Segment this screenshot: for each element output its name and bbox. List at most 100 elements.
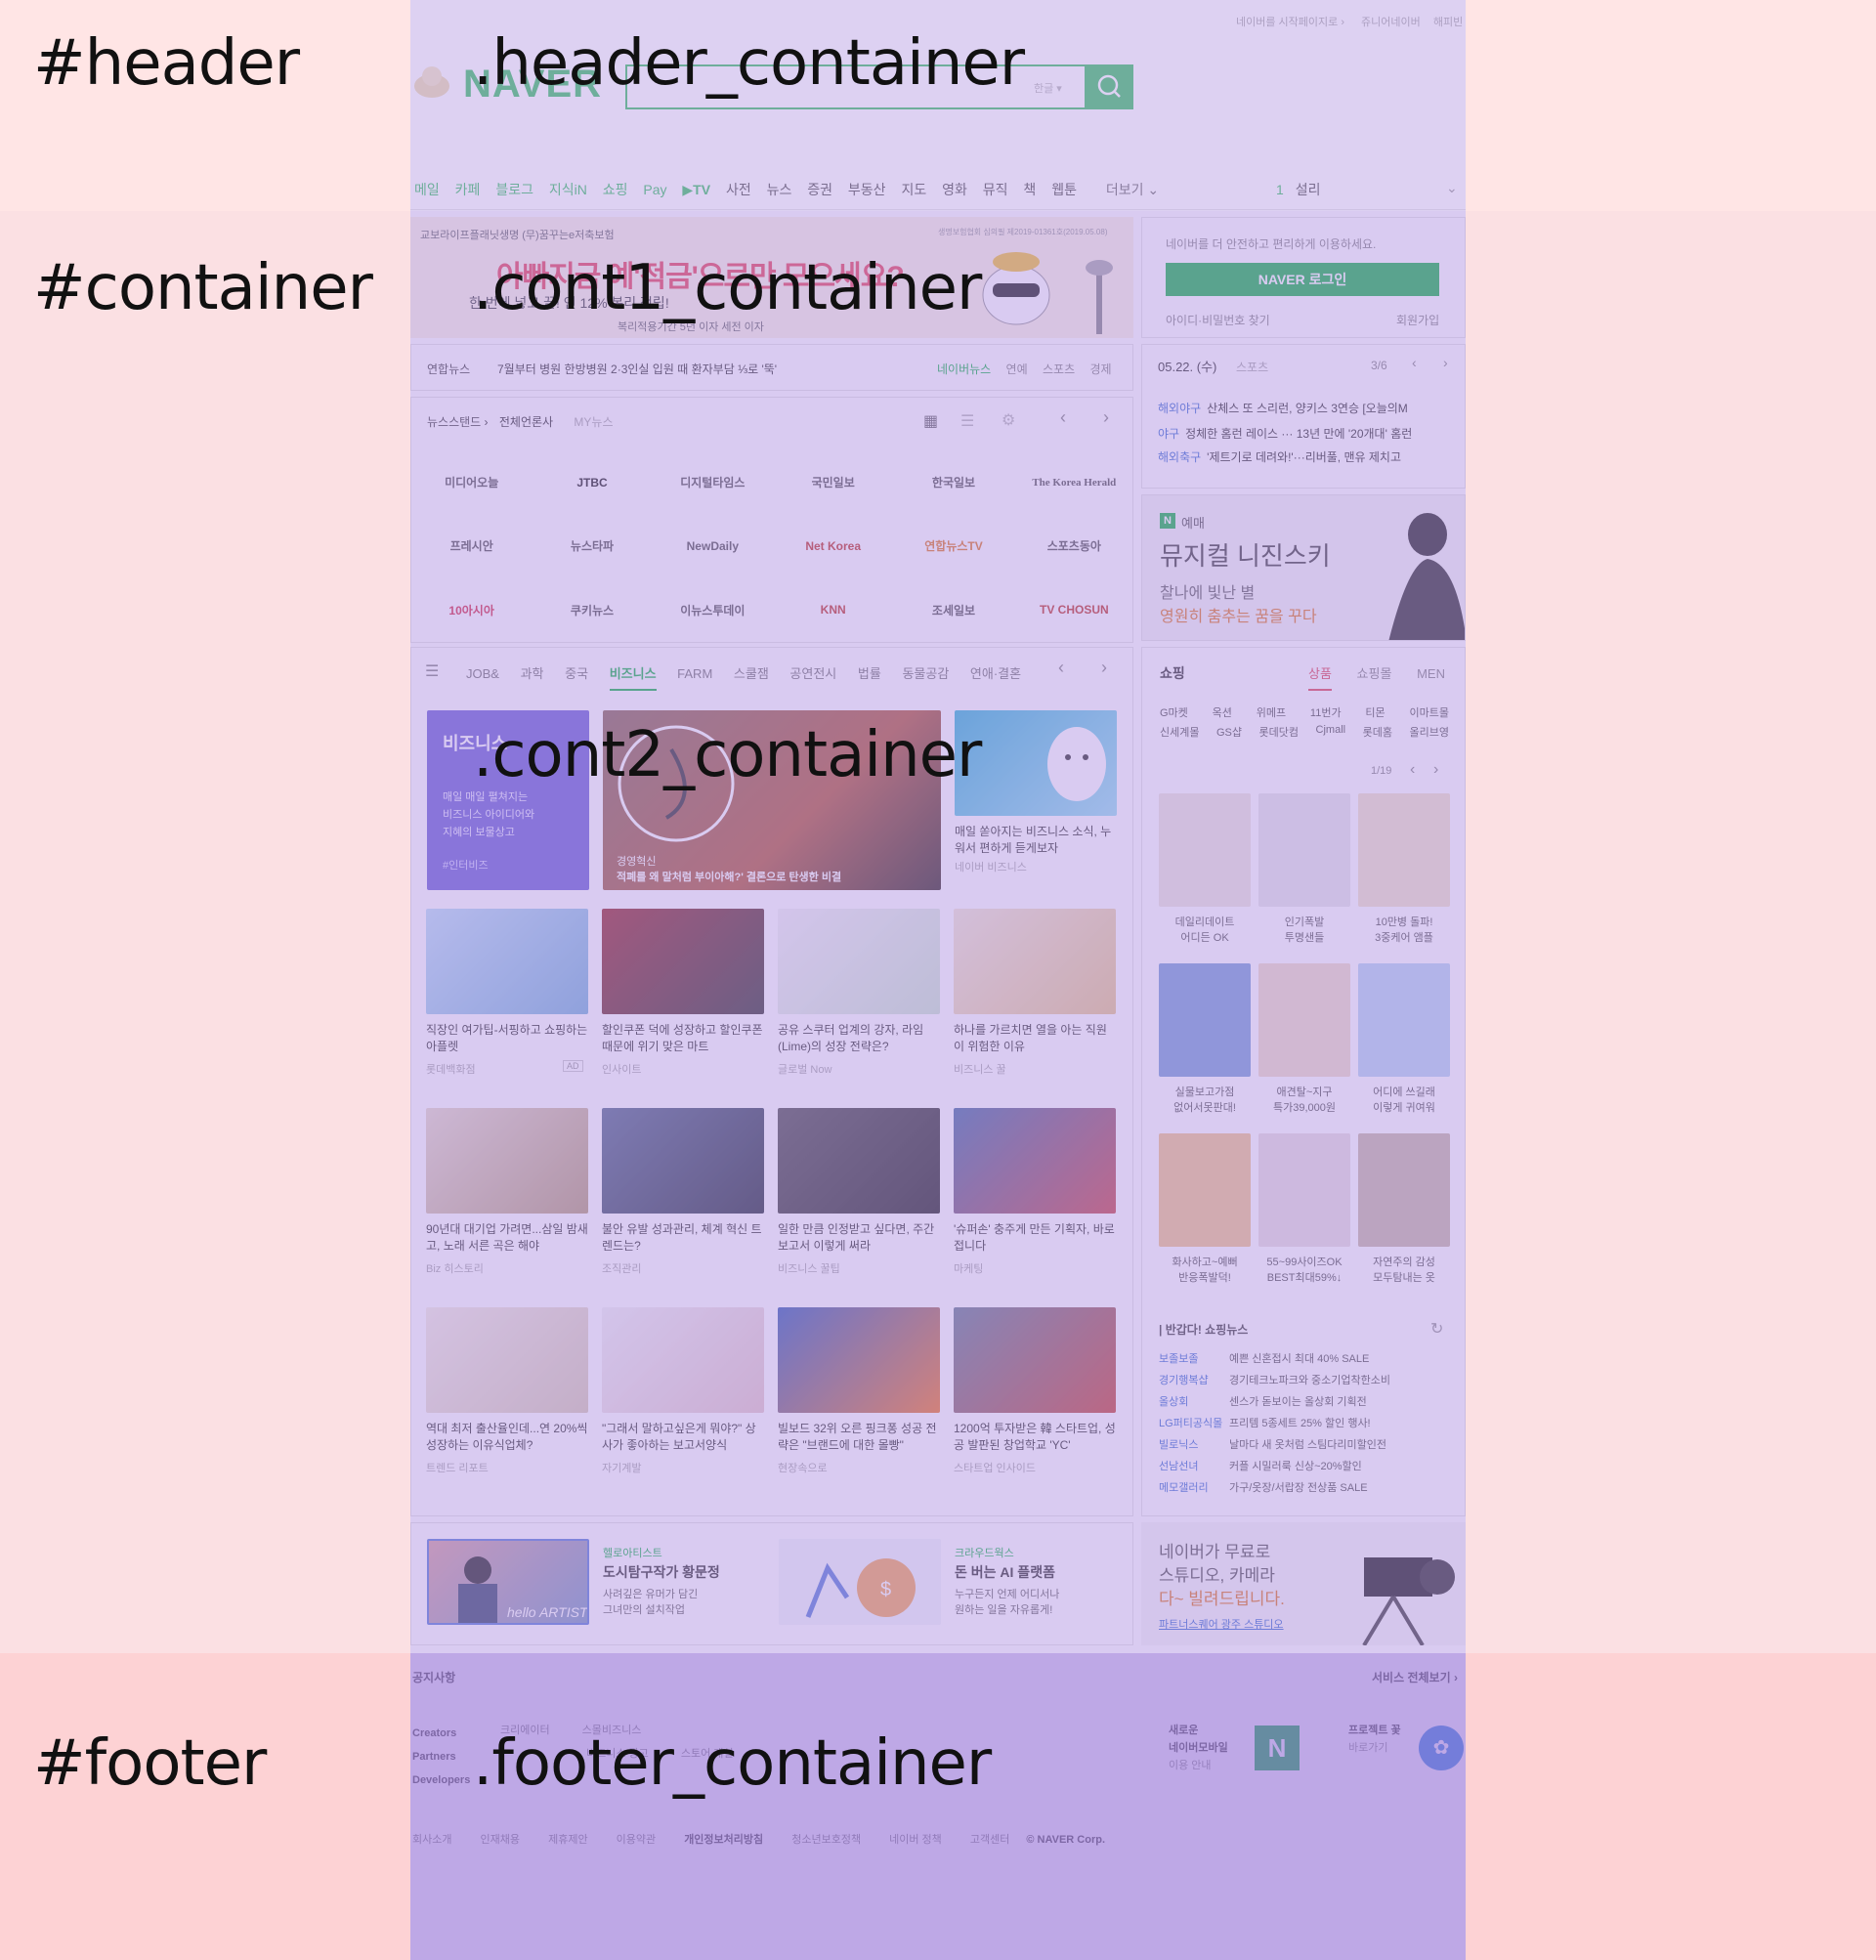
sports-item[interactable]: 해외야구 산체스 또 스리런, 양키스 3연승 [오늘의M — [1158, 400, 1457, 416]
shopping-news-item[interactable]: 선남선녀 커플 시밀러룩 신상~20%할인 — [1159, 1458, 1452, 1473]
card-caption[interactable]: 직장인 여가팁-서핑하고 쇼핑하는 아플렛 — [426, 1022, 588, 1055]
newsstand-title[interactable]: 뉴스스탠드 — [427, 415, 481, 429]
headline-source[interactable]: 연합뉴스 — [427, 361, 470, 377]
promo-image-artist[interactable]: hello ARTIST — [427, 1539, 589, 1625]
tab-farm[interactable]: FARM — [677, 666, 712, 681]
card-image[interactable] — [954, 1108, 1116, 1214]
list-view-icon[interactable]: ☰ — [960, 411, 974, 431]
card-caption[interactable]: 공유 스쿠터 업계의 강자, 라임(Lime)의 성장 전략은? — [778, 1022, 940, 1055]
nav-dict[interactable]: 사전 — [726, 182, 751, 197]
card-image[interactable] — [602, 1307, 764, 1413]
product-caption[interactable]: 데일리데이트 어디든 OK — [1159, 915, 1251, 946]
shopping-news-item[interactable]: 보졸보졸 예쁜 신혼접시 최대 40% SALE — [1159, 1350, 1452, 1366]
tab-sports[interactable]: 스포츠 — [1043, 362, 1075, 376]
tab-schooljam[interactable]: 스쿨잼 — [734, 666, 769, 681]
tab-products[interactable]: 상품 — [1308, 666, 1332, 691]
footer-link[interactable]: 개인정보처리방침 — [684, 1834, 763, 1846]
tab-men[interactable]: MEN — [1417, 666, 1445, 681]
press-logo[interactable]: Net Korea — [773, 539, 893, 553]
product-image[interactable] — [1358, 793, 1450, 907]
card-caption[interactable]: 90년대 대기업 가려면...삼일 밤새고, 노래 서른 곡은 해야 — [426, 1221, 588, 1255]
menu-icon[interactable]: ☰ — [425, 661, 439, 681]
press-logo[interactable]: The Korea Herald — [1014, 477, 1134, 489]
nav-music[interactable]: 뮤직 — [983, 182, 1008, 197]
press-logo[interactable]: 스포츠동아 — [1014, 537, 1134, 554]
promo-title[interactable]: 돈 버는 AI 플랫폼 — [955, 1562, 1055, 1582]
product-caption[interactable]: 자연주의 감성 모두탐내는 옷 — [1358, 1255, 1450, 1286]
mall-link[interactable]: 이마트몰 — [1409, 704, 1448, 720]
nav-mail[interactable]: 메일 — [414, 182, 440, 197]
shopping-next-icon[interactable]: › — [1433, 761, 1438, 779]
grid-view-icon[interactable]: ▦ — [923, 411, 938, 431]
newsstand-next-icon[interactable]: › — [1103, 407, 1109, 428]
press-logo[interactable]: 뉴스타파 — [532, 537, 652, 554]
footer-link[interactable]: 인재채용 — [481, 1834, 520, 1846]
press-logo[interactable]: 쿠키뉴스 — [532, 602, 652, 618]
card-caption[interactable]: 할인쿠폰 덕에 성장하고 할인쿠폰 때문에 위기 맞은 마트 — [602, 1022, 764, 1055]
mall-link[interactable]: 롯데홈 — [1363, 724, 1392, 740]
product-caption[interactable]: 화사하고~예뻐 반응폭발덕! — [1159, 1255, 1251, 1286]
search-button[interactable] — [1087, 64, 1133, 109]
promo-title[interactable]: 도시탐구작가 황문정 — [603, 1562, 720, 1582]
tab-business[interactable]: 비즈니스 — [609, 666, 657, 691]
start-page-link[interactable]: 네이버를 시작페이지로 — [1236, 17, 1338, 28]
footer-link[interactable]: 청소년보호정책 — [791, 1834, 861, 1846]
sports-item[interactable]: 야구 정체한 홈런 레이스 ··· 13년 만에 '20개대' 홈런 — [1158, 425, 1457, 442]
nav-kin[interactable]: 지식iN — [549, 182, 587, 197]
chevron-down-icon[interactable]: ⌄ — [1446, 180, 1458, 196]
studio-link[interactable]: 파트너스퀘어 광주 스튜디오 — [1159, 1616, 1284, 1632]
tab-marriage[interactable]: 연애·결혼 — [970, 666, 1021, 681]
shopping-news-item[interactable]: 빌로닉스 날마다 새 옷처럼 스팀다리미할인전 — [1159, 1436, 1452, 1452]
settings-gear-icon[interactable]: ⚙ — [1002, 410, 1015, 430]
join-link[interactable]: 회원가입 — [1396, 312, 1439, 328]
card-caption[interactable]: 불안 유발 성과관리, 체계 혁신 트렌드는? — [602, 1221, 764, 1255]
press-logo[interactable]: 프레시안 — [411, 537, 532, 554]
mall-link[interactable]: G마켓 — [1160, 704, 1188, 720]
shopping-news-item[interactable]: 경기행복샵 경기테크노파크와 중소기업착한소비 — [1159, 1372, 1452, 1387]
mall-link[interactable]: GS샵 — [1216, 724, 1242, 740]
footer-link[interactable]: 제휴제안 — [548, 1834, 587, 1846]
creators-link[interactable]: Creators — [412, 1722, 470, 1745]
card-image[interactable] — [426, 909, 588, 1014]
tab-entertainment[interactable]: 연예 — [1006, 362, 1028, 376]
mall-link[interactable]: 위메프 — [1257, 704, 1286, 720]
press-logo[interactable]: 디지털타임스 — [653, 474, 773, 490]
card-image[interactable] — [602, 1108, 764, 1214]
headline-text[interactable]: 7월부터 병원 한방병원 2·3인실 입원 때 환자부담 ⅓로 '뚝' — [497, 361, 777, 377]
all-services-link[interactable]: 서비스 전체보기 › — [1372, 1669, 1458, 1685]
card-caption[interactable]: 빌보드 32위 오른 핑크퐁 성공 전략은 "브랜드에 대한 몰빵" — [778, 1421, 940, 1454]
footer-link[interactable]: 네이버 정책 — [889, 1834, 942, 1846]
card-caption[interactable]: 하나를 가르치면 열을 아는 직원이 위험한 이유 — [954, 1022, 1116, 1055]
shopping-title[interactable]: 쇼핑 — [1160, 663, 1185, 683]
nav-movie[interactable]: 영화 — [942, 182, 967, 197]
press-logo[interactable]: 이뉴스투데이 — [653, 602, 773, 618]
press-logo[interactable]: 연합뉴스TV — [893, 537, 1013, 554]
mall-link[interactable]: 11번가 — [1310, 704, 1342, 720]
tab-economy[interactable]: 경제 — [1089, 362, 1111, 376]
nav-news[interactable]: 뉴스 — [767, 182, 792, 197]
refresh-icon[interactable]: ↻ — [1430, 1319, 1443, 1339]
press-logo[interactable]: 조세일보 — [893, 602, 1013, 618]
product-image[interactable] — [1159, 793, 1251, 907]
theme-prev-icon[interactable]: ‹ — [1058, 658, 1064, 678]
card-image[interactable] — [954, 1307, 1116, 1413]
shopping-news-item[interactable]: LG퍼티공식몰 프리템 5종세트 25% 할인 행사! — [1159, 1415, 1452, 1430]
mall-link[interactable]: 신세계몰 — [1160, 724, 1199, 740]
footer-link[interactable]: 고객센터 — [970, 1834, 1009, 1846]
mall-link[interactable]: 롯데닷컴 — [1259, 724, 1299, 740]
product-image[interactable] — [1258, 793, 1350, 907]
shopping-prev-icon[interactable]: ‹ — [1410, 761, 1415, 779]
project-flower-promo[interactable]: 프로젝트 꽃 바로가기 — [1348, 1722, 1401, 1757]
card-image[interactable] — [778, 1307, 940, 1413]
card-caption[interactable]: "그래서 말하고싶은게 뭐야?" 상사가 좋아하는 보고서양식 — [602, 1421, 764, 1454]
login-button[interactable]: NAVER 로그인 — [1166, 263, 1439, 296]
mall-link[interactable]: Cjmall — [1316, 724, 1346, 740]
realtime-keyword[interactable]: 1 설리 — [1276, 180, 1321, 199]
nav-tv[interactable]: ▶TV — [682, 182, 710, 197]
nav-book[interactable]: 책 — [1023, 182, 1036, 197]
newsstand-all[interactable]: 전체언론사 — [499, 415, 553, 429]
tab-china[interactable]: 중국 — [565, 666, 588, 681]
footer-link[interactable]: 이용약관 — [617, 1834, 656, 1846]
nav-cafe[interactable]: 카페 — [455, 182, 481, 197]
nav-shopping[interactable]: 쇼핑 — [603, 182, 628, 197]
